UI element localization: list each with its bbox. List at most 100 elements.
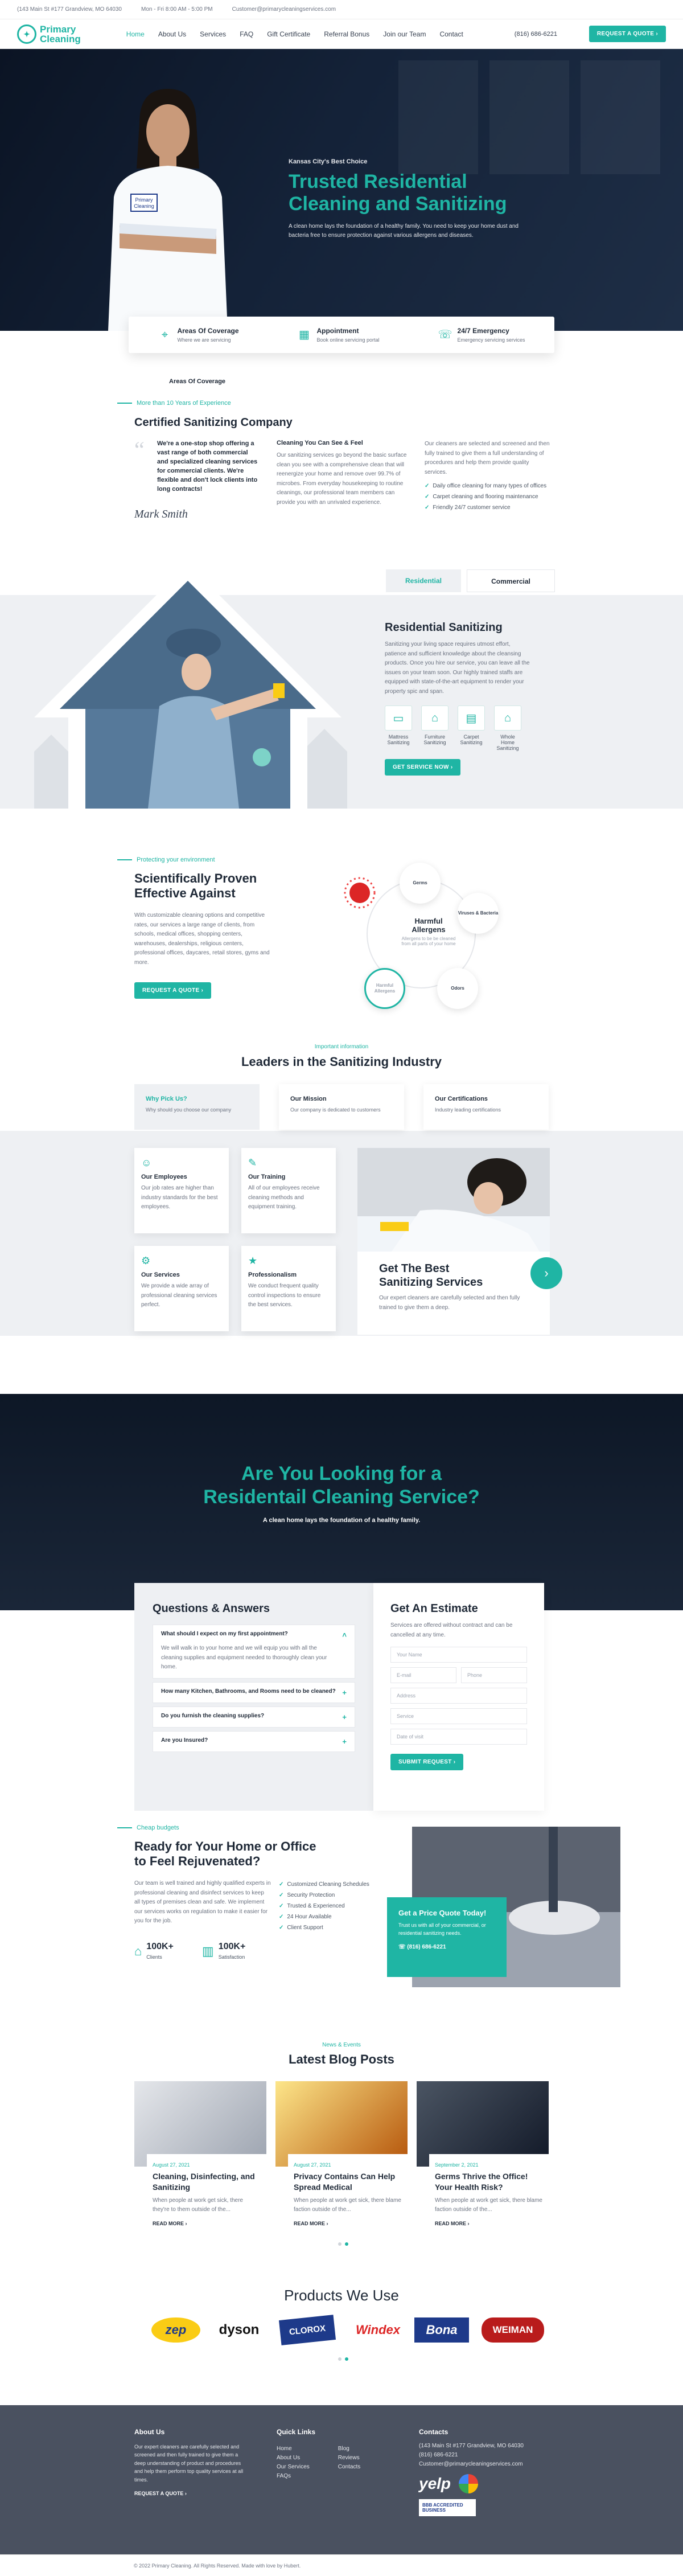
footer-link[interactable]: Contacts <box>338 2464 360 2470</box>
footer-link[interactable]: Reviews <box>338 2455 360 2461</box>
rejuv-kicker: Cheap budgets <box>117 1824 179 1831</box>
nav-phone[interactable]: (816) 686-6221 <box>515 31 557 38</box>
tab-title: Why Pick Us? <box>146 1096 187 1102</box>
employee-icon: ☺ <box>141 1157 152 1168</box>
rejuv-text: Our team is well trained and highly qual… <box>134 1880 271 1924</box>
nav-item-about[interactable]: About Us <box>158 30 186 38</box>
tab-mission[interactable]: Our Mission Our company is dedicated to c… <box>279 1084 404 1130</box>
blog-pagination <box>338 2242 348 2246</box>
tab-why-pick[interactable]: Why Pick Us? Why should you choose our co… <box>134 1084 260 1130</box>
rejuv-stats: ⌂ 100K+ Clients ▥ 100K+ Satisfaction <box>134 1942 245 1960</box>
service-mattress[interactable]: ▭ Mattress Sanitizing <box>385 705 412 751</box>
tab-certifications[interactable]: Our Certifications Industry leading certi… <box>423 1084 549 1130</box>
service-carpet[interactable]: ▤ Carpet Sanitizing <box>458 705 485 751</box>
service-furniture[interactable]: ⌂ Furniture Sanitizing <box>421 705 449 751</box>
blog-card[interactable]: August 27, 2021 Cleaning, Disinfecting, a… <box>134 2081 266 2252</box>
footer-link[interactable]: FAQs <box>277 2473 310 2479</box>
proven-title-line-1: Scientifically Proven <box>134 871 257 885</box>
google-icon[interactable] <box>459 2474 479 2493</box>
training-icon: ✎ <box>248 1157 257 1168</box>
faq-panel: Questions & Answers What should I expect… <box>134 1583 373 1811</box>
pagination-dot[interactable] <box>338 2357 342 2361</box>
service-whole-home[interactable]: ⌂ Whole Home Sanitizing <box>494 705 521 751</box>
main-nav: ✦ Primary Cleaning Home About Us Services… <box>0 19 683 49</box>
footer: About Us Our expert cleaners are careful… <box>0 2405 683 2554</box>
best-services-box: Get The Best Sanitizing Services Our exp… <box>357 1252 550 1335</box>
tab-commercial[interactable]: Commercial <box>467 569 555 592</box>
rejuv-title: Ready for Your Home or Office to Feel Re… <box>134 1839 339 1869</box>
faq-item[interactable]: How many Kitchen, Bathrooms, and Rooms n… <box>153 1681 355 1703</box>
date-field[interactable]: Date of visit <box>390 1729 527 1745</box>
sanitizing-title: Residential Sanitizing <box>385 621 503 634</box>
footer-quote-link[interactable]: REQUEST A QUOTE › <box>134 2491 248 2496</box>
faq-item[interactable]: Do you furnish the cleaning supplies? + <box>153 1706 355 1728</box>
best-title-line-2: Sanitizing Services <box>379 1276 483 1289</box>
yelp-logo[interactable]: yelp <box>419 2475 451 2493</box>
list-item: Trusted & Experienced <box>279 1903 369 1909</box>
footer-email[interactable]: Customer@primarycleaningservices.com <box>419 2461 556 2467</box>
nav-item-faq[interactable]: FAQ <box>240 30 253 38</box>
faq-item[interactable]: Are you Insured? + <box>153 1730 355 1752</box>
footer-about: About Us Our expert cleaners are careful… <box>134 2428 248 2496</box>
name-field[interactable]: Your Name <box>390 1647 527 1663</box>
copyright: © 2022 Primary Cleaning. All Rights Rese… <box>0 2554 683 2576</box>
tab-residential[interactable]: Residential <box>386 569 461 592</box>
footer-link[interactable]: Blog <box>338 2446 360 2452</box>
feature-coverage[interactable]: ⌖ Areas Of Coverage Where we are servicing <box>158 327 239 343</box>
quote-phone[interactable]: ☏ (816) 686-6221 <box>398 1944 495 1950</box>
quote-title: Get a Price Quote Today! <box>398 1909 487 1917</box>
proven-quote-button[interactable]: REQUEST A QUOTE › <box>134 982 212 999</box>
read-more-link[interactable]: READ MORE › <box>294 2221 402 2226</box>
center-title: Harmful Allergens <box>412 917 446 934</box>
blog-card[interactable]: August 27, 2021 Privacy Contains Can Help… <box>275 2081 408 2252</box>
feature-title: Appointment <box>316 326 359 335</box>
service-icons: ▭ Mattress Sanitizing ⌂ Furniture Sanitizi… <box>385 705 533 751</box>
pagination-dot-active[interactable] <box>345 2242 348 2246</box>
blog-excerpt: When people at work get sick, there blam… <box>435 2197 542 2213</box>
blog-card[interactable]: September 2, 2021 Germs Thrive the Office… <box>417 2081 549 2252</box>
bbb-badge[interactable]: BBB ACCREDITED BUSINESS <box>419 2499 476 2516</box>
email-field[interactable]: E-mail <box>390 1667 456 1683</box>
nav-item-contact[interactable]: Contact <box>439 30 463 38</box>
nav-item-join[interactable]: Join our Team <box>383 30 426 38</box>
plus-icon: + <box>342 1712 347 1721</box>
arrow-right-icon[interactable]: › <box>530 1257 562 1289</box>
certified-quote-block: “ We're a one-stop shop offering a vast … <box>134 437 260 521</box>
address-field[interactable]: Address <box>390 1688 527 1704</box>
card-title: Our Services <box>141 1271 180 1278</box>
features-bar: ⌖ Areas Of Coverage Where we are servicing… <box>129 317 554 353</box>
footer-link[interactable]: Our Services <box>277 2464 310 2470</box>
logo[interactable]: ✦ Primary Cleaning <box>17 24 81 44</box>
pagination-dot[interactable] <box>338 2242 342 2246</box>
stat-value: 100K+ <box>146 1942 174 1951</box>
price-quote-box: Get a Price Quote Today! Trust us with a… <box>387 1897 507 1977</box>
blog-excerpt: When people at work get sick, there they… <box>153 2197 243 2213</box>
service-label: Whole Home Sanitizing <box>496 734 519 751</box>
footer-phone[interactable]: (816) 686-6221 <box>419 2452 556 2458</box>
faq-answer: We will walk in to your home and we will… <box>161 1645 327 1670</box>
pagination-dot-active[interactable] <box>345 2357 348 2361</box>
service-select[interactable]: Service <box>390 1708 527 1724</box>
footer-link[interactable]: Home <box>277 2446 310 2452</box>
nav-item-home[interactable]: Home <box>126 30 145 38</box>
request-quote-button[interactable]: REQUEST A QUOTE › <box>589 26 666 42</box>
footer-link[interactable]: About Us <box>277 2455 310 2461</box>
read-more-link[interactable]: READ MORE › <box>435 2221 543 2226</box>
phone-field[interactable]: Phone <box>461 1667 527 1683</box>
hero-title-line-2: Cleaning and Sanitizing <box>289 193 507 215</box>
email-link[interactable]: Customer@primarycleaningservices.com <box>232 6 336 13</box>
faq-question: What should I expect on my first appoint… <box>161 1631 288 1637</box>
leaders-kicker: Important information <box>314 1044 369 1050</box>
plus-icon: + <box>342 1688 347 1697</box>
nav-item-gift[interactable]: Gift Certificate <box>267 30 310 38</box>
nav-item-referral[interactable]: Referral Bonus <box>324 30 369 38</box>
banner-title-line-2: Residentail Cleaning Service? <box>203 1486 480 1508</box>
feature-emergency[interactable]: ☏ 24/7 Emergency Emergency servicing servi… <box>438 327 525 343</box>
feature-appointment[interactable]: ▦ Appointment Book online servicing portal <box>297 326 380 343</box>
faq-item-open[interactable]: What should I expect on my first appoint… <box>153 1625 355 1679</box>
submit-request-button[interactable]: SUBMIT REQUEST › <box>390 1754 464 1770</box>
coverage-label[interactable]: Areas Of Coverage <box>169 378 225 385</box>
get-service-button[interactable]: GET SERVICE NOW › <box>385 759 461 776</box>
nav-item-services[interactable]: Services <box>200 30 226 38</box>
read-more-link[interactable]: READ MORE › <box>153 2221 261 2226</box>
